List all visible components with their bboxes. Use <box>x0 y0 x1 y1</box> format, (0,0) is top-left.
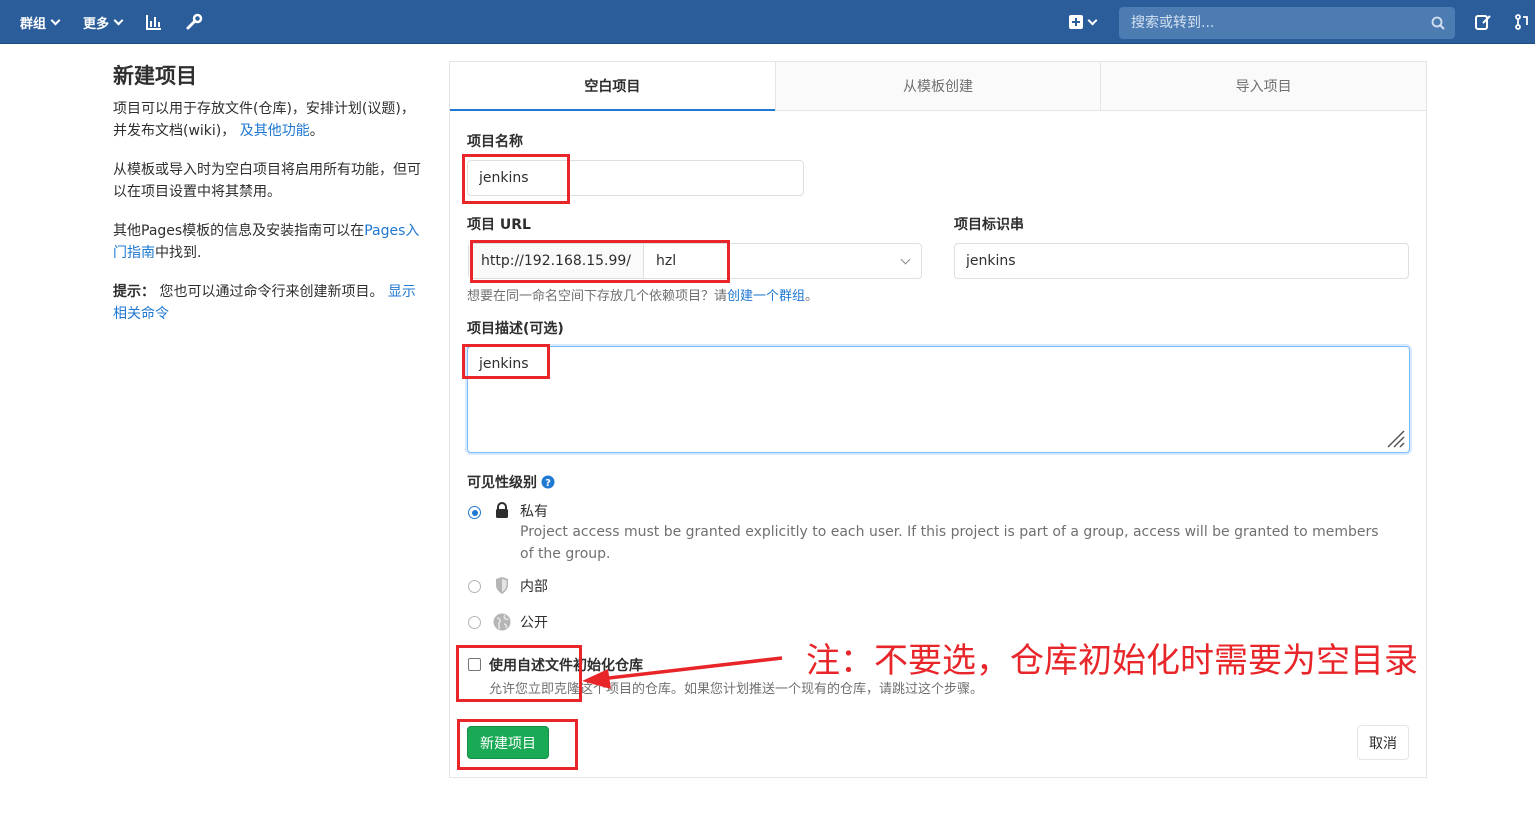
tip-label: 提示： <box>113 284 155 300</box>
annotation-note: 注：不要选，仓库初始化时需要为空目录 <box>806 641 1418 681</box>
tab-import-project[interactable]: 导入项目 <box>1100 62 1427 111</box>
create-group-link[interactable]: 创建一个群组 <box>727 289 805 304</box>
other-features-link[interactable]: 及其他功能 <box>240 123 310 139</box>
shield-icon <box>496 577 508 594</box>
project-slug-label: 项目标识串 <box>954 217 1024 233</box>
chevron-down-icon <box>1087 15 1098 26</box>
new-project-info: 新建项目 项目可以用于存放文件(仓库)，安排计划(议题)，并发布文档(wiki)… <box>113 60 423 342</box>
project-description-textarea[interactable]: jenkins <box>467 346 1410 453</box>
search-field[interactable] <box>1119 7 1455 39</box>
project-url-field: http://192.168.15.99/ hzl <box>468 243 922 279</box>
lock-icon <box>496 502 508 518</box>
svg-text:?: ? <box>545 478 551 489</box>
url-help-main: 想要在同一命名空间下存放几个依赖项目？请 <box>467 289 728 304</box>
project-slug-input[interactable] <box>954 243 1409 279</box>
top-navbar: 群组 更多 <box>0 0 1535 44</box>
tab-from-template[interactable]: 从模板创建 <box>774 62 1101 111</box>
question-circle-icon[interactable]: ? <box>541 475 555 489</box>
info-paragraph-3: 其他Pages模板的信息及安装指南可以在Pages入门指南中找到. <box>113 220 423 264</box>
url-prefix: http://192.168.15.99/ <box>469 244 645 278</box>
groups-menu[interactable]: 群组 <box>20 0 61 44</box>
info-paragraph-3-end: 中找到. <box>155 245 202 261</box>
plus-square-icon <box>1069 15 1083 29</box>
tab-blank-project[interactable]: 空白项目 <box>450 62 775 111</box>
project-type-tabs: 空白项目 从模板创建 导入项目 <box>450 62 1427 111</box>
chevron-down-icon <box>113 15 124 26</box>
project-name-input[interactable] <box>467 160 804 196</box>
info-paragraph-3-text: 其他Pages模板的信息及安装指南可以在 <box>113 223 365 239</box>
visibility-public-label: 公开 <box>520 615 548 631</box>
project-url-label: 项目 URL <box>467 217 531 233</box>
chevron-down-icon <box>900 254 911 265</box>
init-readme-checkbox[interactable] <box>468 658 481 671</box>
more-menu[interactable]: 更多 <box>83 0 124 44</box>
more-menu-label: 更多 <box>83 16 110 32</box>
visibility-private-description: Project access must be granted explicitl… <box>520 524 1379 562</box>
info-paragraph-1: 项目可以用于存放文件(仓库)，安排计划(议题)，并发布文档(wiki)， 及其他… <box>113 98 423 142</box>
url-help-end: 。 <box>805 289 819 304</box>
admin-wrench-icon[interactable] <box>185 0 203 44</box>
project-description-label: 项目描述(可选) <box>467 321 564 337</box>
visibility-level-text: 可见性级别 <box>467 475 537 491</box>
visibility-internal-radio[interactable] <box>468 580 481 593</box>
merge-requests-icon[interactable] <box>1514 0 1532 44</box>
search-icon <box>1431 16 1445 30</box>
url-help-text: 想要在同一命名空间下存放几个依赖项目？请创建一个群组。 <box>467 285 818 304</box>
create-project-button[interactable]: 新建项目 <box>467 726 549 759</box>
info-paragraph-2: 从模板或导入时为空白项目将启用所有功能，但可以在项目设置中将其禁用。 <box>113 162 421 200</box>
visibility-internal-label: 内部 <box>520 579 548 595</box>
tip-paragraph: 提示： 您也可以通过命令行来创建新项目。 显示相关命令 <box>113 281 423 325</box>
page-title: 新建项目 <box>113 64 197 88</box>
visibility-private-radio[interactable] <box>468 506 481 519</box>
issues-icon[interactable] <box>1474 0 1492 44</box>
namespace-value: hzl <box>656 253 677 269</box>
new-item-menu[interactable] <box>1069 0 1098 44</box>
visibility-public-radio[interactable] <box>468 616 481 629</box>
activity-chart-icon[interactable] <box>145 0 163 44</box>
info-paragraph-1-end: 。 <box>309 123 324 139</box>
chevron-down-icon <box>50 15 61 26</box>
groups-menu-label: 群组 <box>20 16 47 32</box>
namespace-select[interactable]: hzl <box>644 244 921 278</box>
project-name-label: 项目名称 <box>467 134 523 150</box>
globe-icon <box>493 613 511 631</box>
visibility-level-label: 可见性级别 ? <box>467 472 555 492</box>
annotation-arrow-icon <box>582 656 783 689</box>
cancel-button[interactable]: 取消 <box>1357 725 1409 760</box>
tip-text: 您也可以通过命令行来创建新项目。 <box>159 284 384 300</box>
resize-grip-icon[interactable] <box>1384 427 1406 449</box>
visibility-private-label: 私有 <box>520 504 548 520</box>
search-input[interactable] <box>1129 14 1423 32</box>
